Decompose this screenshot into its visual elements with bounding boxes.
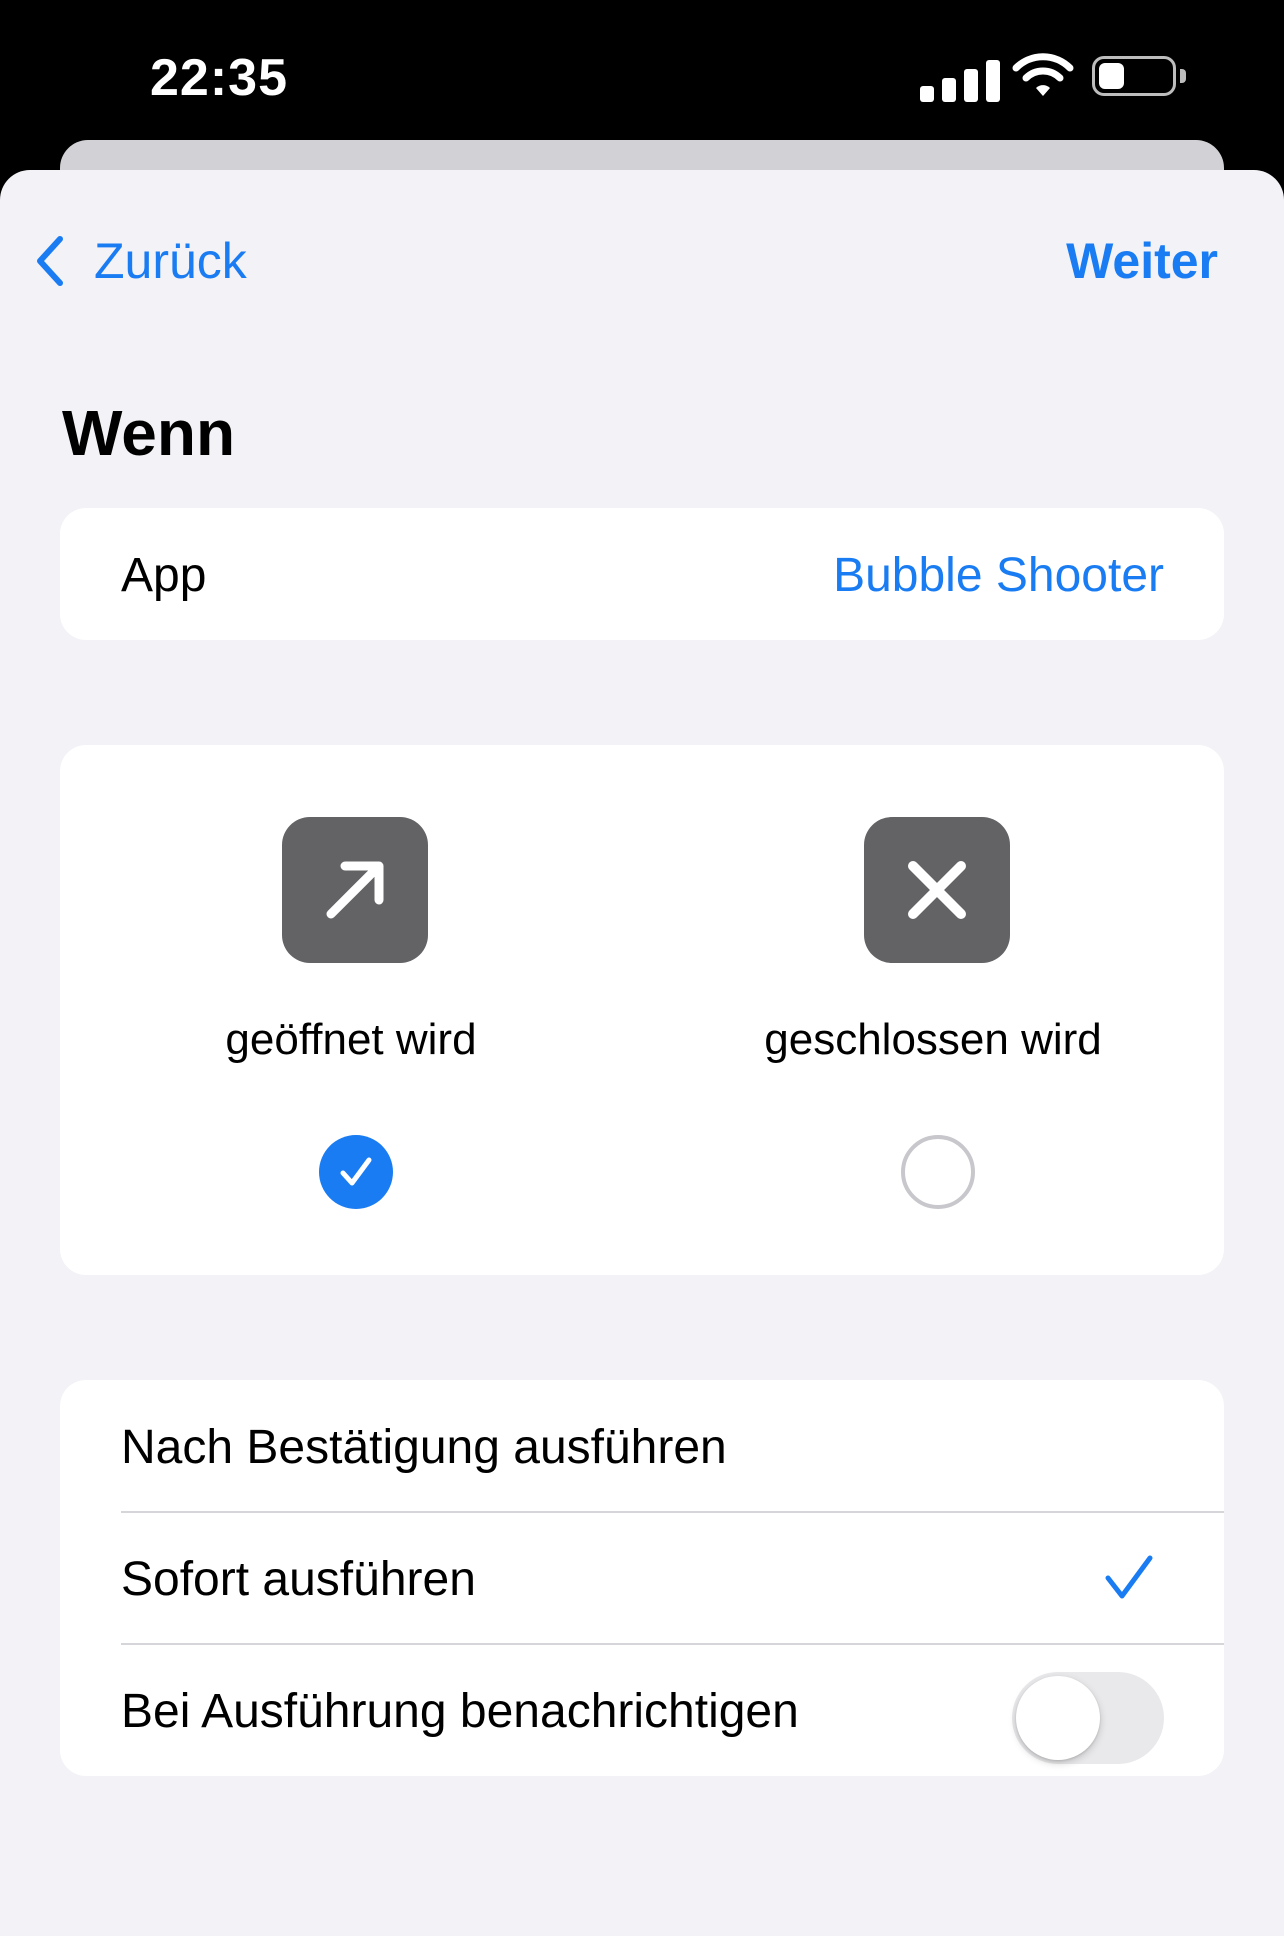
radio-opened-checked[interactable] [319, 1135, 393, 1209]
setting-run-immediately[interactable]: Sofort ausführen [60, 1512, 1224, 1644]
setting-ask-before-running-label: Nach Bestätigung ausführen [121, 1421, 727, 1474]
battery-icon [1092, 56, 1176, 96]
arrow-up-right-icon [282, 817, 428, 963]
battery-level [1099, 63, 1124, 89]
app-row-label: App [121, 549, 207, 602]
automation-sheet: Zurück Weiter Wenn App Bubble Shooter ge… [0, 170, 1284, 1936]
trigger-option-opened[interactable]: geöffnet wird [60, 745, 642, 1275]
setting-notify-when-run: Bei Ausführung benachrichtigen [60, 1644, 1224, 1776]
setting-ask-before-running[interactable]: Nach Bestätigung ausführen [60, 1380, 1224, 1512]
app-row[interactable]: App Bubble Shooter [60, 508, 1224, 640]
notify-toggle[interactable] [1012, 1672, 1164, 1764]
trigger-option-opened-label: geöffnet wird [225, 1015, 477, 1064]
back-button-label: Zurück [94, 233, 247, 289]
wifi-icon [1012, 53, 1074, 96]
status-icons [920, 52, 1190, 102]
trigger-option-closed[interactable]: geschlossen wird [642, 745, 1224, 1275]
status-time: 22:35 [150, 49, 288, 107]
setting-run-immediately-label: Sofort ausführen [121, 1553, 476, 1606]
xmark-icon [864, 817, 1010, 963]
radio-closed-unchecked[interactable] [901, 1135, 975, 1209]
checkmark-icon [1105, 1555, 1153, 1599]
checkmark-icon [340, 1157, 372, 1186]
app-row-value: Bubble Shooter [833, 549, 1164, 602]
section-title: Wenn [62, 397, 236, 469]
next-button[interactable]: Weiter [1066, 226, 1218, 296]
chevron-left-icon [37, 236, 63, 286]
toggle-knob [1016, 1676, 1100, 1760]
run-settings-card: Nach Bestätigung ausführen Sofort ausfüh… [60, 1380, 1224, 1776]
setting-notify-when-run-label: Bei Ausführung benachrichtigen [121, 1685, 799, 1738]
trigger-option-closed-label: geschlossen wird [764, 1015, 1102, 1064]
battery-cap [1180, 69, 1186, 83]
trigger-options-card: geöffnet wird geschlossen wird [60, 745, 1224, 1275]
back-button[interactable]: Zurück [36, 226, 247, 296]
